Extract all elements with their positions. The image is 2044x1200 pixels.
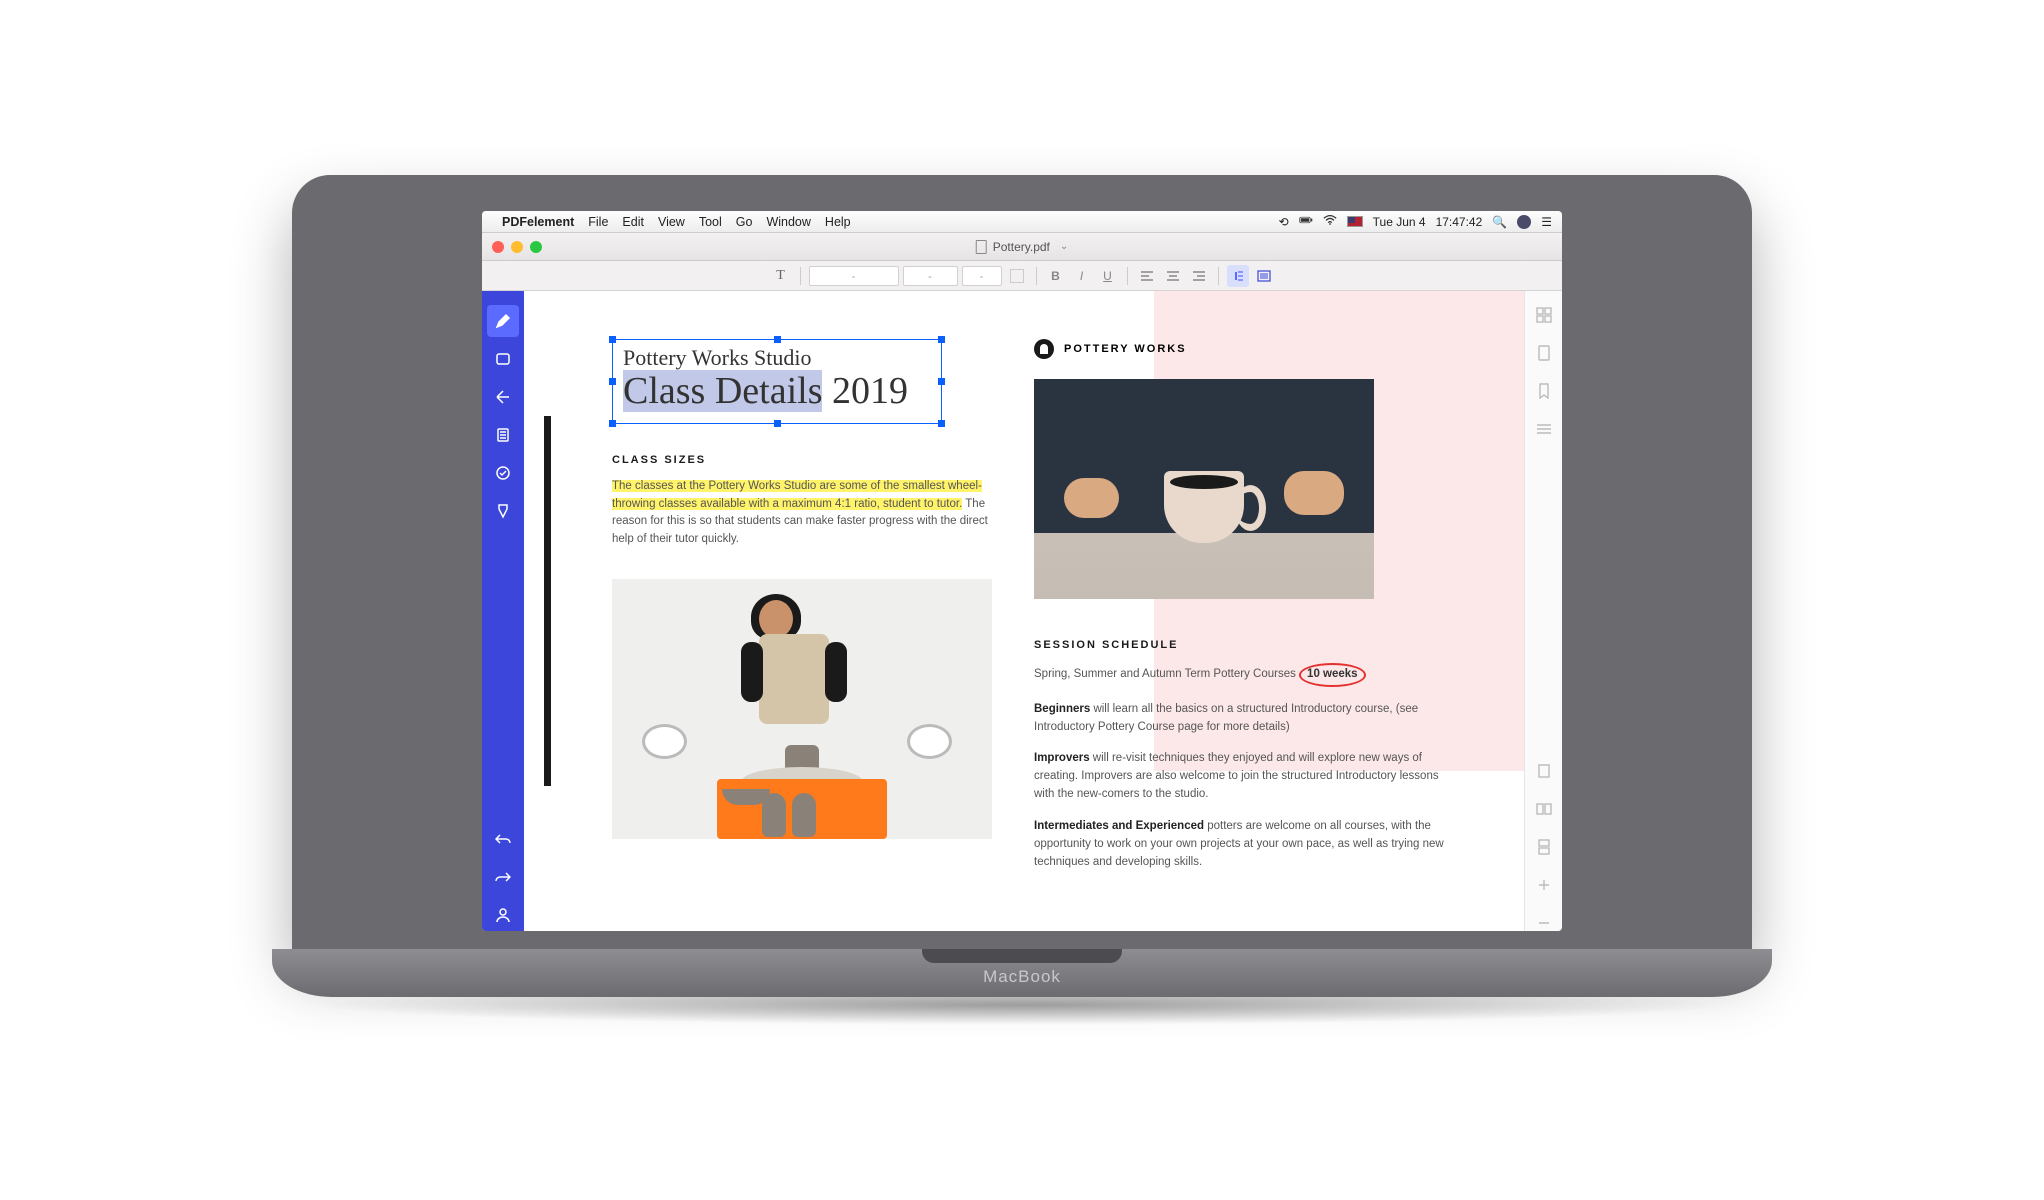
text-selection-box[interactable]: Pottery Works Studio Class Details 2019 <box>612 339 942 424</box>
menu-tool[interactable]: Tool <box>699 215 722 229</box>
font-size-select[interactable]: - <box>962 266 1002 286</box>
sync-icon[interactable]: ⟲ <box>1279 215 1289 229</box>
right-sidebar <box>1524 291 1562 931</box>
laptop-base: MacBook <box>272 949 1772 997</box>
document-canvas[interactable]: Pottery Works Studio Class Details 2019 … <box>524 291 1524 931</box>
brand-logo: POTTERY WORKS <box>1034 339 1454 359</box>
close-button[interactable] <box>492 241 504 253</box>
battery-icon[interactable] <box>1299 213 1313 230</box>
document-title: Pottery.pdf <box>993 240 1050 254</box>
doc-title[interactable]: Class Details 2019 <box>623 371 929 413</box>
menu-view[interactable]: View <box>658 215 685 229</box>
redo-button[interactable] <box>487 861 519 893</box>
continuous-scroll-button[interactable] <box>1536 839 1552 855</box>
form-tool-button[interactable] <box>487 457 519 489</box>
annotations-panel-button[interactable] <box>1536 421 1552 437</box>
doc-subtitle[interactable]: Pottery Works Studio <box>623 345 929 371</box>
page-tool-button[interactable] <box>487 419 519 451</box>
laptop-brand-label: MacBook <box>272 967 1772 987</box>
undo-button[interactable] <box>487 823 519 855</box>
app-name[interactable]: PDFelement <box>502 215 574 229</box>
two-page-button[interactable] <box>1536 801 1552 817</box>
text-tool-button[interactable]: T <box>770 265 792 287</box>
pdf-page: Pottery Works Studio Class Details 2019 … <box>524 291 1524 931</box>
underline-button[interactable]: U <box>1097 265 1119 287</box>
outline-panel-button[interactable] <box>1536 345 1552 361</box>
notification-center-icon[interactable]: ☰ <box>1541 215 1552 229</box>
line-mode-button[interactable] <box>1253 265 1275 287</box>
format-toolbar: T - - - B I U <box>482 261 1562 291</box>
annotate-tool-button[interactable] <box>487 343 519 375</box>
align-left-button[interactable] <box>1136 265 1158 287</box>
font-color-button[interactable] <box>1006 265 1028 287</box>
wifi-icon[interactable] <box>1323 213 1337 230</box>
intermediates-paragraph: Intermediates and Experienced potters ar… <box>1034 818 1454 871</box>
document-icon <box>976 240 987 254</box>
zoom-button[interactable] <box>530 241 542 253</box>
edit-tool-button[interactable] <box>487 305 519 337</box>
bold-button[interactable]: B <box>1045 265 1067 287</box>
menubar-time[interactable]: 17:47:42 <box>1436 215 1483 229</box>
menubar-date[interactable]: Tue Jun 4 <box>1373 215 1426 229</box>
beginners-paragraph: Beginners will learn all the basics on a… <box>1034 701 1454 737</box>
menu-edit[interactable]: Edit <box>622 215 644 229</box>
menu-go[interactable]: Go <box>736 215 753 229</box>
class-sizes-paragraph: The classes at the Pottery Works Studio … <box>612 478 996 549</box>
section-head-class-sizes: CLASS SIZES <box>612 454 996 466</box>
spotlight-icon[interactable]: 🔍 <box>1492 215 1507 229</box>
schedule-intro: Spring, Summer and Autumn Term Pottery C… <box>1034 663 1454 687</box>
paragraph-mode-button[interactable] <box>1227 265 1249 287</box>
bookmarks-panel-button[interactable] <box>1536 383 1552 399</box>
convert-tool-button[interactable] <box>487 381 519 413</box>
section-head-session-schedule: SESSION SCHEDULE <box>1034 639 1454 651</box>
single-page-button[interactable] <box>1536 763 1552 779</box>
menu-help[interactable]: Help <box>825 215 851 229</box>
logo-icon <box>1034 339 1054 359</box>
menu-file[interactable]: File <box>588 215 608 229</box>
improvers-paragraph: Improvers will re-visit techniques they … <box>1034 750 1454 803</box>
font-style-select[interactable]: - <box>903 266 958 286</box>
font-family-select[interactable]: - <box>809 266 899 286</box>
left-sidebar <box>482 291 524 931</box>
zoom-out-button[interactable] <box>1536 915 1552 931</box>
photo-potter-at-wheel <box>612 579 992 839</box>
title-chevron-icon[interactable]: ⌄ <box>1060 241 1068 252</box>
italic-button[interactable]: I <box>1071 265 1093 287</box>
logo-text: POTTERY WORKS <box>1064 343 1187 355</box>
minimize-button[interactable] <box>511 241 523 253</box>
window-titlebar: Pottery.pdf ⌄ <box>482 233 1562 261</box>
photo-hands-holding-mug <box>1034 379 1374 599</box>
macos-menubar: PDFelement File Edit View Tool Go Window… <box>482 211 1562 233</box>
siri-icon[interactable] <box>1517 215 1531 229</box>
align-center-button[interactable] <box>1162 265 1184 287</box>
align-right-button[interactable] <box>1188 265 1210 287</box>
thumbnails-panel-button[interactable] <box>1536 307 1552 323</box>
duration-circled: 10 weeks <box>1299 663 1366 687</box>
account-button[interactable] <box>487 899 519 931</box>
protect-tool-button[interactable] <box>487 495 519 527</box>
input-source-flag-icon[interactable] <box>1347 216 1363 227</box>
menu-window[interactable]: Window <box>766 215 810 229</box>
zoom-in-button[interactable] <box>1536 877 1552 893</box>
